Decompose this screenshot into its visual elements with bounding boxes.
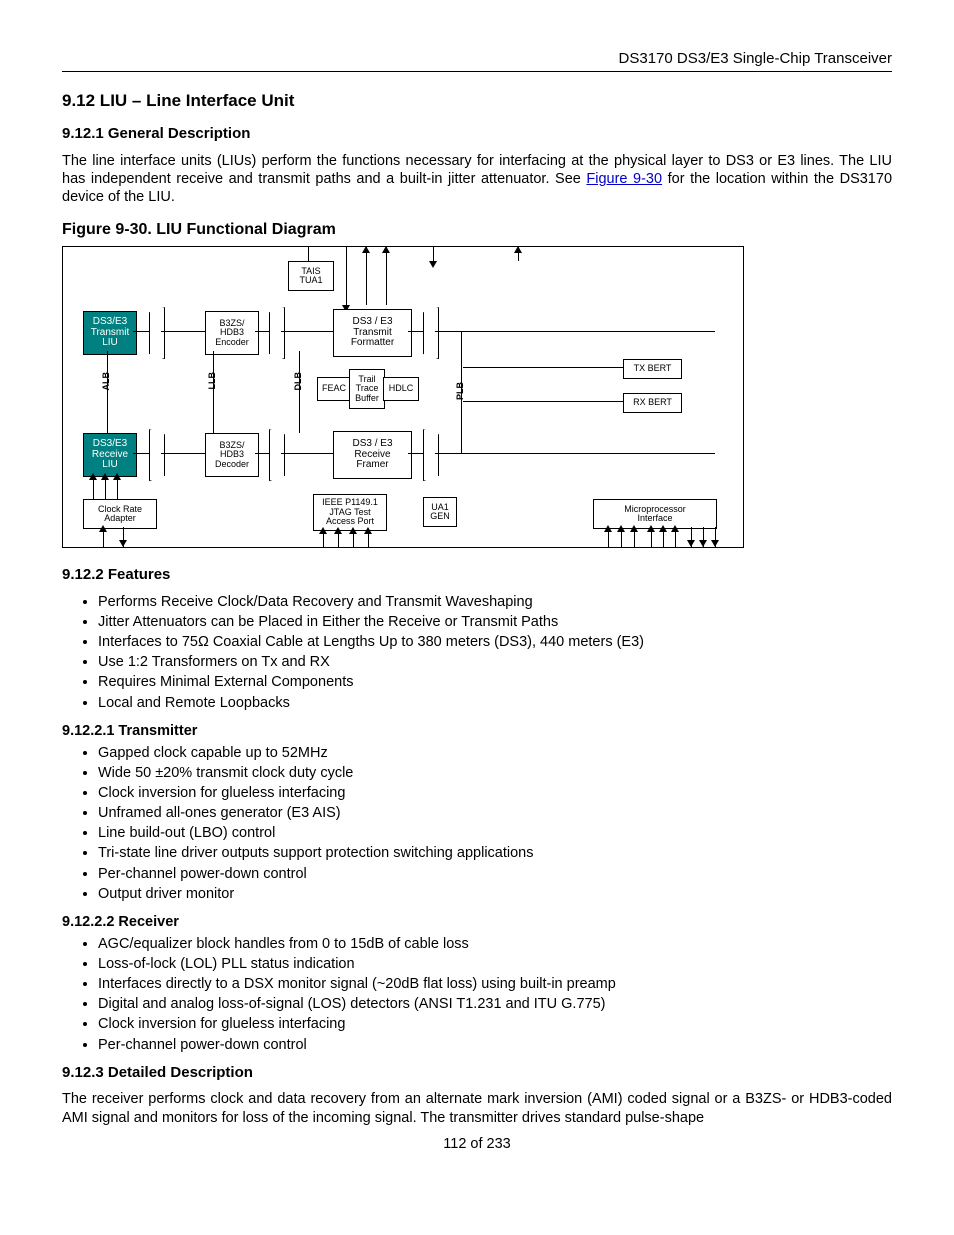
block-feac: FEAC [317, 377, 351, 401]
block-rx-liu: DS3/E3 Receive LIU [83, 433, 137, 477]
para-detailed-description: The receiver performs clock and data rec… [62, 1090, 892, 1126]
list-item: Wide 50 ±20% transmit clock duty cycle [98, 764, 892, 782]
heading-9-12-2-1: 9.12.2.1 Transmitter [62, 722, 892, 740]
list-item: Per-channel power-down control [98, 1036, 892, 1054]
tx-features-list: Gapped clock capable up to 52MHz Wide 50… [62, 744, 892, 903]
block-clock-rate-adapter: Clock Rate Adapter [83, 499, 157, 529]
block-rx-framer: DS3 / E3 Receive Framer [333, 431, 412, 479]
list-item: Interfaces to 75Ω Coaxial Cable at Lengt… [98, 633, 892, 651]
list-item: Output driver monitor [98, 885, 892, 903]
block-rx-bert: RX BERT [623, 393, 682, 413]
list-item: Jitter Attenuators can be Placed in Eith… [98, 613, 892, 631]
list-item: Local and Remote Loopbacks [98, 694, 892, 712]
mux-icon [269, 307, 285, 359]
running-header: DS3170 DS3/E3 Single-Chip Transceiver [62, 50, 892, 72]
block-tx-bert: TX BERT [623, 359, 682, 379]
heading-9-12-1: 9.12.1 General Description [62, 125, 892, 144]
block-b3zs-encoder: B3ZS/ HDB3 Encoder [205, 311, 259, 355]
list-item: Clock inversion for glueless interfacing [98, 1015, 892, 1033]
list-item: Unframed all-ones generator (E3 AIS) [98, 804, 892, 822]
figure-link[interactable]: Figure 9-30 [586, 171, 662, 187]
doc-title: DS3170 DS3/E3 Single-Chip Transceiver [619, 50, 892, 67]
page-number: 112 of 233 [62, 1135, 892, 1153]
features-list: Performs Receive Clock/Data Recovery and… [62, 593, 892, 712]
heading-9-12-3: 9.12.3 Detailed Description [62, 1064, 892, 1083]
block-trail-trace-buffer: Trail Trace Buffer [349, 369, 385, 409]
heading-9-12-2: 9.12.2 Features [62, 566, 892, 585]
mux-icon [149, 307, 165, 359]
list-item: Clock inversion for glueless interfacing [98, 784, 892, 802]
list-item: Interfaces directly to a DSX monitor sig… [98, 975, 892, 993]
list-item: AGC/equalizer block handles from 0 to 15… [98, 935, 892, 953]
block-tais: TAIS TUA1 [288, 261, 334, 291]
list-item: Line build-out (LBO) control [98, 824, 892, 842]
list-item: Performs Receive Clock/Data Recovery and… [98, 593, 892, 611]
rx-features-list: AGC/equalizer block handles from 0 to 15… [62, 935, 892, 1054]
block-hdlc: HDLC [383, 377, 419, 401]
list-item: Tri-state line driver outputs support pr… [98, 844, 892, 862]
block-ua1-gen: UA1 GEN [423, 497, 457, 527]
list-item: Use 1:2 Transformers on Tx and RX [98, 653, 892, 671]
block-jtag: IEEE P1149.1 JTAG Test Access Port [313, 494, 387, 531]
list-item: Gapped clock capable up to 52MHz [98, 744, 892, 762]
list-item: Requires Minimal External Components [98, 673, 892, 691]
block-b3zs-decoder: B3ZS/ HDB3 Decoder [205, 433, 259, 477]
mux-icon [149, 429, 165, 481]
list-item: Digital and analog loss-of-signal (LOS) … [98, 995, 892, 1013]
para-general-description: The line interface units (LIUs) perform … [62, 152, 892, 206]
figure-caption: Figure 9-30. LIU Functional Diagram [62, 220, 892, 240]
block-tx-formatter: DS3 / E3 Transmit Formatter [333, 309, 412, 357]
heading-9-12-2-2: 9.12.2.2 Receiver [62, 913, 892, 931]
block-tx-liu: DS3/E3 Transmit LIU [83, 311, 137, 355]
list-item: Loss-of-lock (LOL) PLL status indication [98, 955, 892, 973]
mux-icon [423, 429, 439, 481]
liu-functional-diagram: TAIS TUA1 DS3/E3 Transmit LIU B3ZS/ HDB3… [62, 246, 744, 548]
list-item: Per-channel power-down control [98, 865, 892, 883]
mux-icon [423, 307, 439, 359]
heading-9-12: 9.12 LIU – Line Interface Unit [62, 90, 892, 111]
mux-icon [269, 429, 285, 481]
